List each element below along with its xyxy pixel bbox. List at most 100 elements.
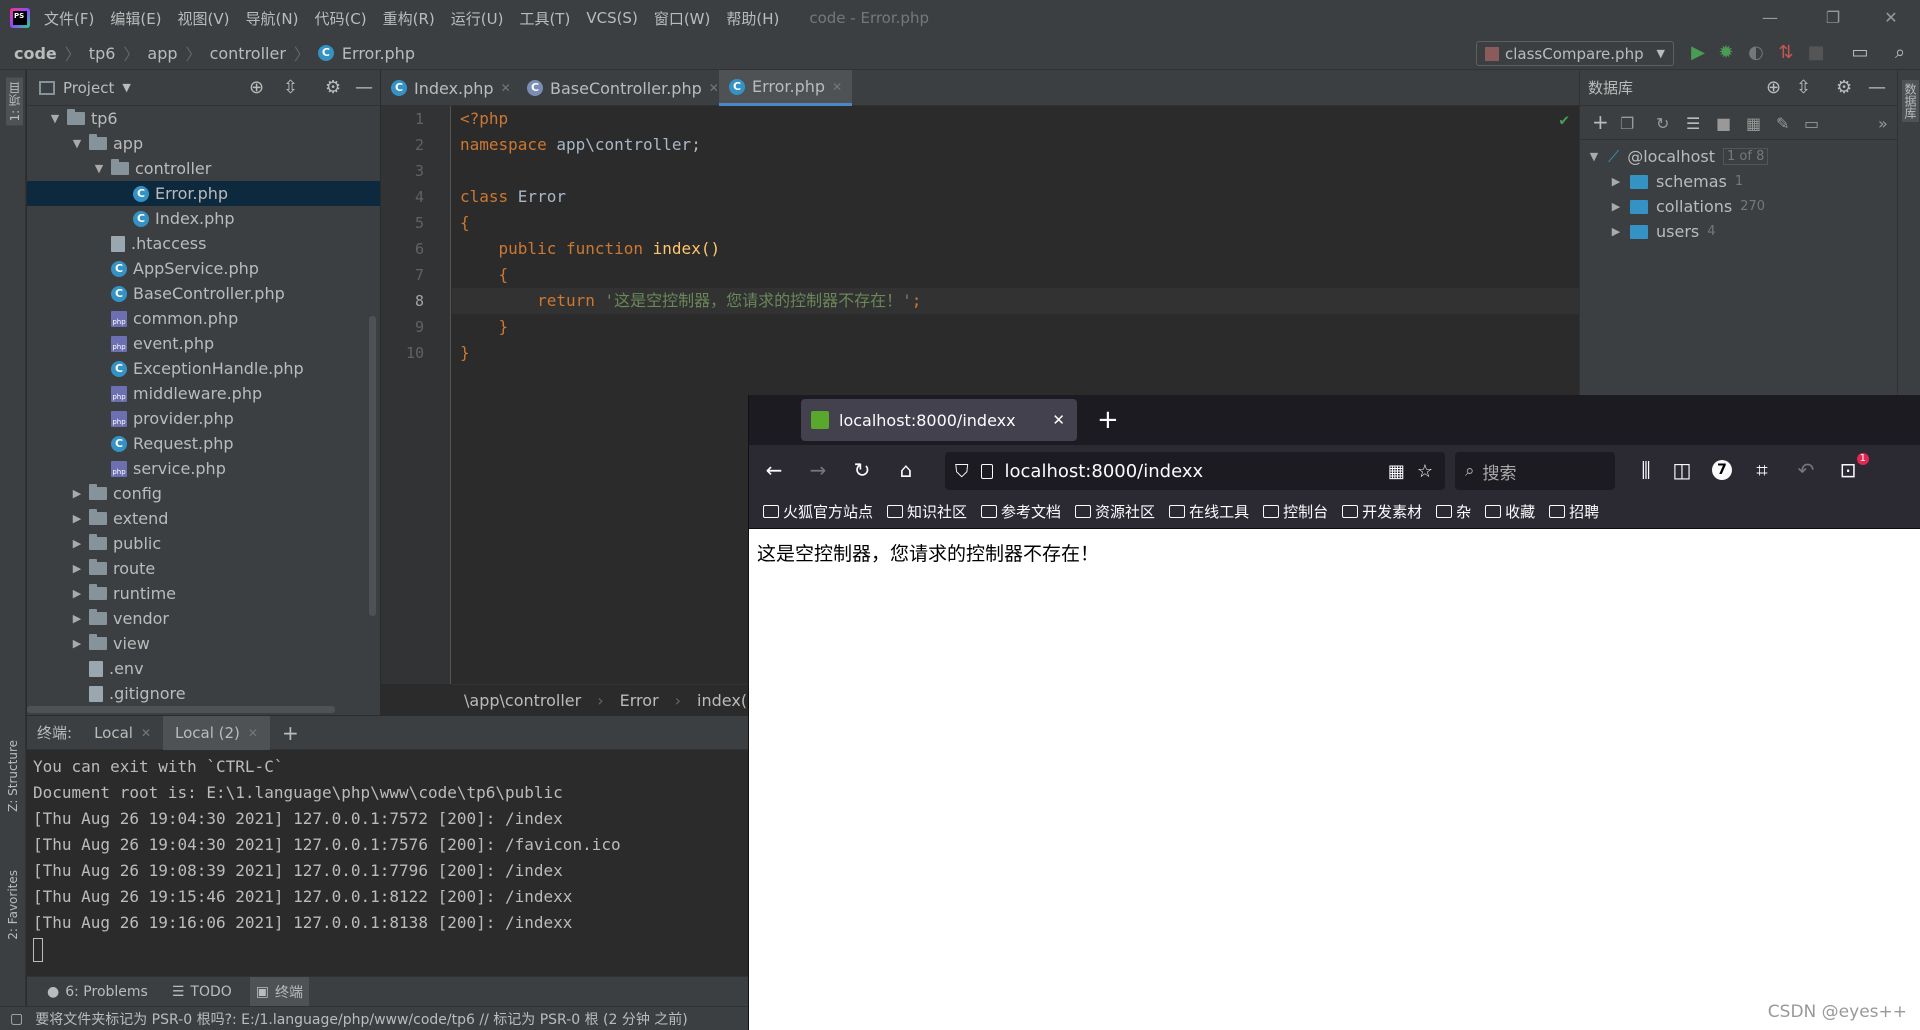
locate-icon[interactable]: ⊕: [1766, 77, 1781, 98]
status-message[interactable]: 要将文件夹标记为 PSR-0 根吗?: E:/1.language/php/ww…: [35, 1009, 688, 1029]
tree-item[interactable]: php service.php: [27, 456, 380, 481]
menu-edit[interactable]: 编辑(E): [110, 8, 161, 29]
qr-code-icon[interactable]: ▦: [1388, 461, 1405, 482]
locate-icon[interactable]: ⊕: [249, 77, 264, 98]
tree-item[interactable]: ▶ view: [27, 631, 380, 656]
crop-icon[interactable]: ⌗: [1749, 457, 1775, 483]
chevron-right-icon[interactable]: ▶: [71, 537, 83, 550]
sidebar-icon[interactable]: ◫: [1669, 457, 1695, 483]
problems-tool-button[interactable]: ● 6: Problems: [41, 977, 154, 1007]
tree-item[interactable]: ▶ extend: [27, 506, 380, 531]
menu-run[interactable]: 运行(U): [451, 8, 504, 29]
tree-item[interactable]: .htaccess: [27, 231, 380, 256]
bookmark-folder[interactable]: 知识社区: [887, 501, 967, 522]
coverage-icon[interactable]: ◐: [1746, 43, 1766, 63]
close-icon[interactable]: ✕: [141, 726, 151, 740]
menu-tools[interactable]: 工具(T): [519, 8, 570, 29]
shield-icon[interactable]: ⛉: [955, 461, 969, 482]
chevron-down-icon[interactable]: ▼: [71, 137, 83, 150]
chevron-down-icon[interactable]: ▼: [122, 81, 130, 94]
crumb-class[interactable]: Error: [620, 691, 659, 710]
todo-tool-button[interactable]: ☰ TODO: [166, 977, 238, 1007]
tree-item[interactable]: ▼ app: [27, 131, 380, 156]
url-text[interactable]: localhost:8000/indexx: [1005, 461, 1204, 482]
tab-basecontroller-php[interactable]: C BaseController.php ✕: [517, 70, 729, 106]
crumb-app[interactable]: app: [147, 44, 177, 63]
chevron-down-icon[interactable]: ▼: [93, 162, 105, 175]
db-node-schemas[interactable]: ▶ schemas 1: [1610, 169, 1743, 194]
tree-item[interactable]: ▼ tp6: [27, 106, 380, 131]
close-icon[interactable]: ✕: [501, 81, 511, 95]
chevron-right-icon[interactable]: ▶: [71, 587, 83, 600]
close-icon[interactable]: ✕: [1866, 0, 1916, 36]
tree-item[interactable]: C BaseController.php: [27, 281, 380, 306]
bookmark-folder[interactable]: 收藏: [1485, 501, 1535, 522]
bookmark-folder[interactable]: 招聘: [1549, 501, 1599, 522]
db-node-users[interactable]: ▶ users 4: [1610, 219, 1716, 244]
run-icon[interactable]: ▶: [1688, 43, 1708, 63]
bookmark-folder[interactable]: 在线工具: [1169, 501, 1249, 522]
tree-item[interactable]: ▶ public: [27, 531, 380, 556]
db-node-collations[interactable]: ▶ collations 270: [1610, 194, 1765, 219]
minimize-icon[interactable]: —: [1745, 0, 1795, 36]
tree-item[interactable]: ▶ config: [27, 481, 380, 506]
stop-icon[interactable]: ■: [1806, 43, 1826, 63]
tree-item[interactable]: php common.php: [27, 306, 380, 331]
crumb-project[interactable]: code: [14, 44, 57, 63]
chevron-right-icon[interactable]: ▶: [1610, 225, 1622, 238]
tab-index-php[interactable]: C Index.php ✕: [381, 70, 521, 106]
bookmark-folder[interactable]: 杂: [1436, 501, 1471, 522]
chevron-right-icon[interactable]: ▶: [71, 512, 83, 525]
crumb-namespace[interactable]: \app\controller: [464, 691, 581, 710]
tree-scrollbar[interactable]: [369, 316, 376, 616]
tree-item[interactable]: ▶ route: [27, 556, 380, 581]
tab-terminal-local-2[interactable]: Local (2) ✕: [163, 715, 270, 750]
tree-item[interactable]: ▼ controller: [27, 156, 380, 181]
tree-item[interactable]: .env: [27, 656, 380, 681]
bookmark-folder[interactable]: 火狐官方站点: [763, 501, 873, 522]
restore-icon[interactable]: ❐: [1808, 0, 1858, 36]
run-config-dropdown[interactable]: classCompare.php ▼: [1476, 41, 1674, 66]
edit-icon[interactable]: ✎: [1776, 114, 1789, 133]
hide-icon[interactable]: —: [1868, 77, 1886, 98]
console-icon[interactable]: ▭: [1804, 114, 1819, 133]
debug-icon[interactable]: ✹: [1716, 43, 1736, 63]
tree-item[interactable]: php provider.php: [27, 406, 380, 431]
tree-hscrollbar[interactable]: [27, 706, 335, 713]
chevron-right-icon[interactable]: ▶: [71, 562, 83, 575]
extension-badge-icon[interactable]: 7: [1709, 457, 1735, 483]
profile-icon[interactable]: ⇅: [1776, 43, 1796, 63]
crumb-file[interactable]: Error.php: [342, 44, 415, 63]
menu-view[interactable]: 视图(V): [178, 8, 230, 29]
new-terminal-icon[interactable]: +: [270, 721, 311, 745]
close-icon[interactable]: ✕: [832, 80, 842, 94]
menu-file[interactable]: 文件(F): [44, 8, 94, 29]
crumb-controller[interactable]: controller: [210, 44, 286, 63]
bookmark-folder[interactable]: 参考文档: [981, 501, 1061, 522]
project-view-label[interactable]: Project: [63, 79, 114, 97]
tree-item[interactable]: C Error.php: [27, 181, 380, 206]
tree-item[interactable]: C Index.php: [27, 206, 380, 231]
menu-window[interactable]: 窗口(W): [654, 8, 711, 29]
tab-error-php[interactable]: C Error.php ✕: [719, 70, 853, 106]
tree-item[interactable]: ▶ runtime: [27, 581, 380, 606]
project-tool-button[interactable]: 1: 项目: [6, 78, 23, 126]
chevron-down-icon[interactable]: ▼: [49, 112, 61, 125]
stop-icon[interactable]: ■: [1716, 114, 1731, 133]
forward-icon[interactable]: →: [805, 457, 831, 483]
menu-code[interactable]: 代码(C): [314, 8, 366, 29]
close-icon[interactable]: ✕: [709, 81, 719, 95]
chevron-right-icon[interactable]: ▶: [71, 637, 83, 650]
tree-item[interactable]: php middleware.php: [27, 381, 380, 406]
crumb-tp6[interactable]: tp6: [89, 44, 116, 63]
tree-item[interactable]: ▶ vendor: [27, 606, 380, 631]
close-icon[interactable]: ✕: [1052, 411, 1065, 429]
back-icon[interactable]: ←: [761, 457, 787, 483]
undo-icon[interactable]: ↶: [1793, 457, 1819, 483]
db-host-node[interactable]: ▼ ⟋ @localhost 1 of 8: [1588, 144, 1769, 169]
add-icon[interactable]: +: [1592, 110, 1609, 134]
collapse-icon[interactable]: ⇳: [1796, 77, 1811, 98]
tab-terminal-local[interactable]: Local ✕: [82, 716, 163, 750]
tree-item[interactable]: .gitignore: [27, 681, 380, 706]
tree-item[interactable]: C ExceptionHandle.php: [27, 356, 380, 381]
